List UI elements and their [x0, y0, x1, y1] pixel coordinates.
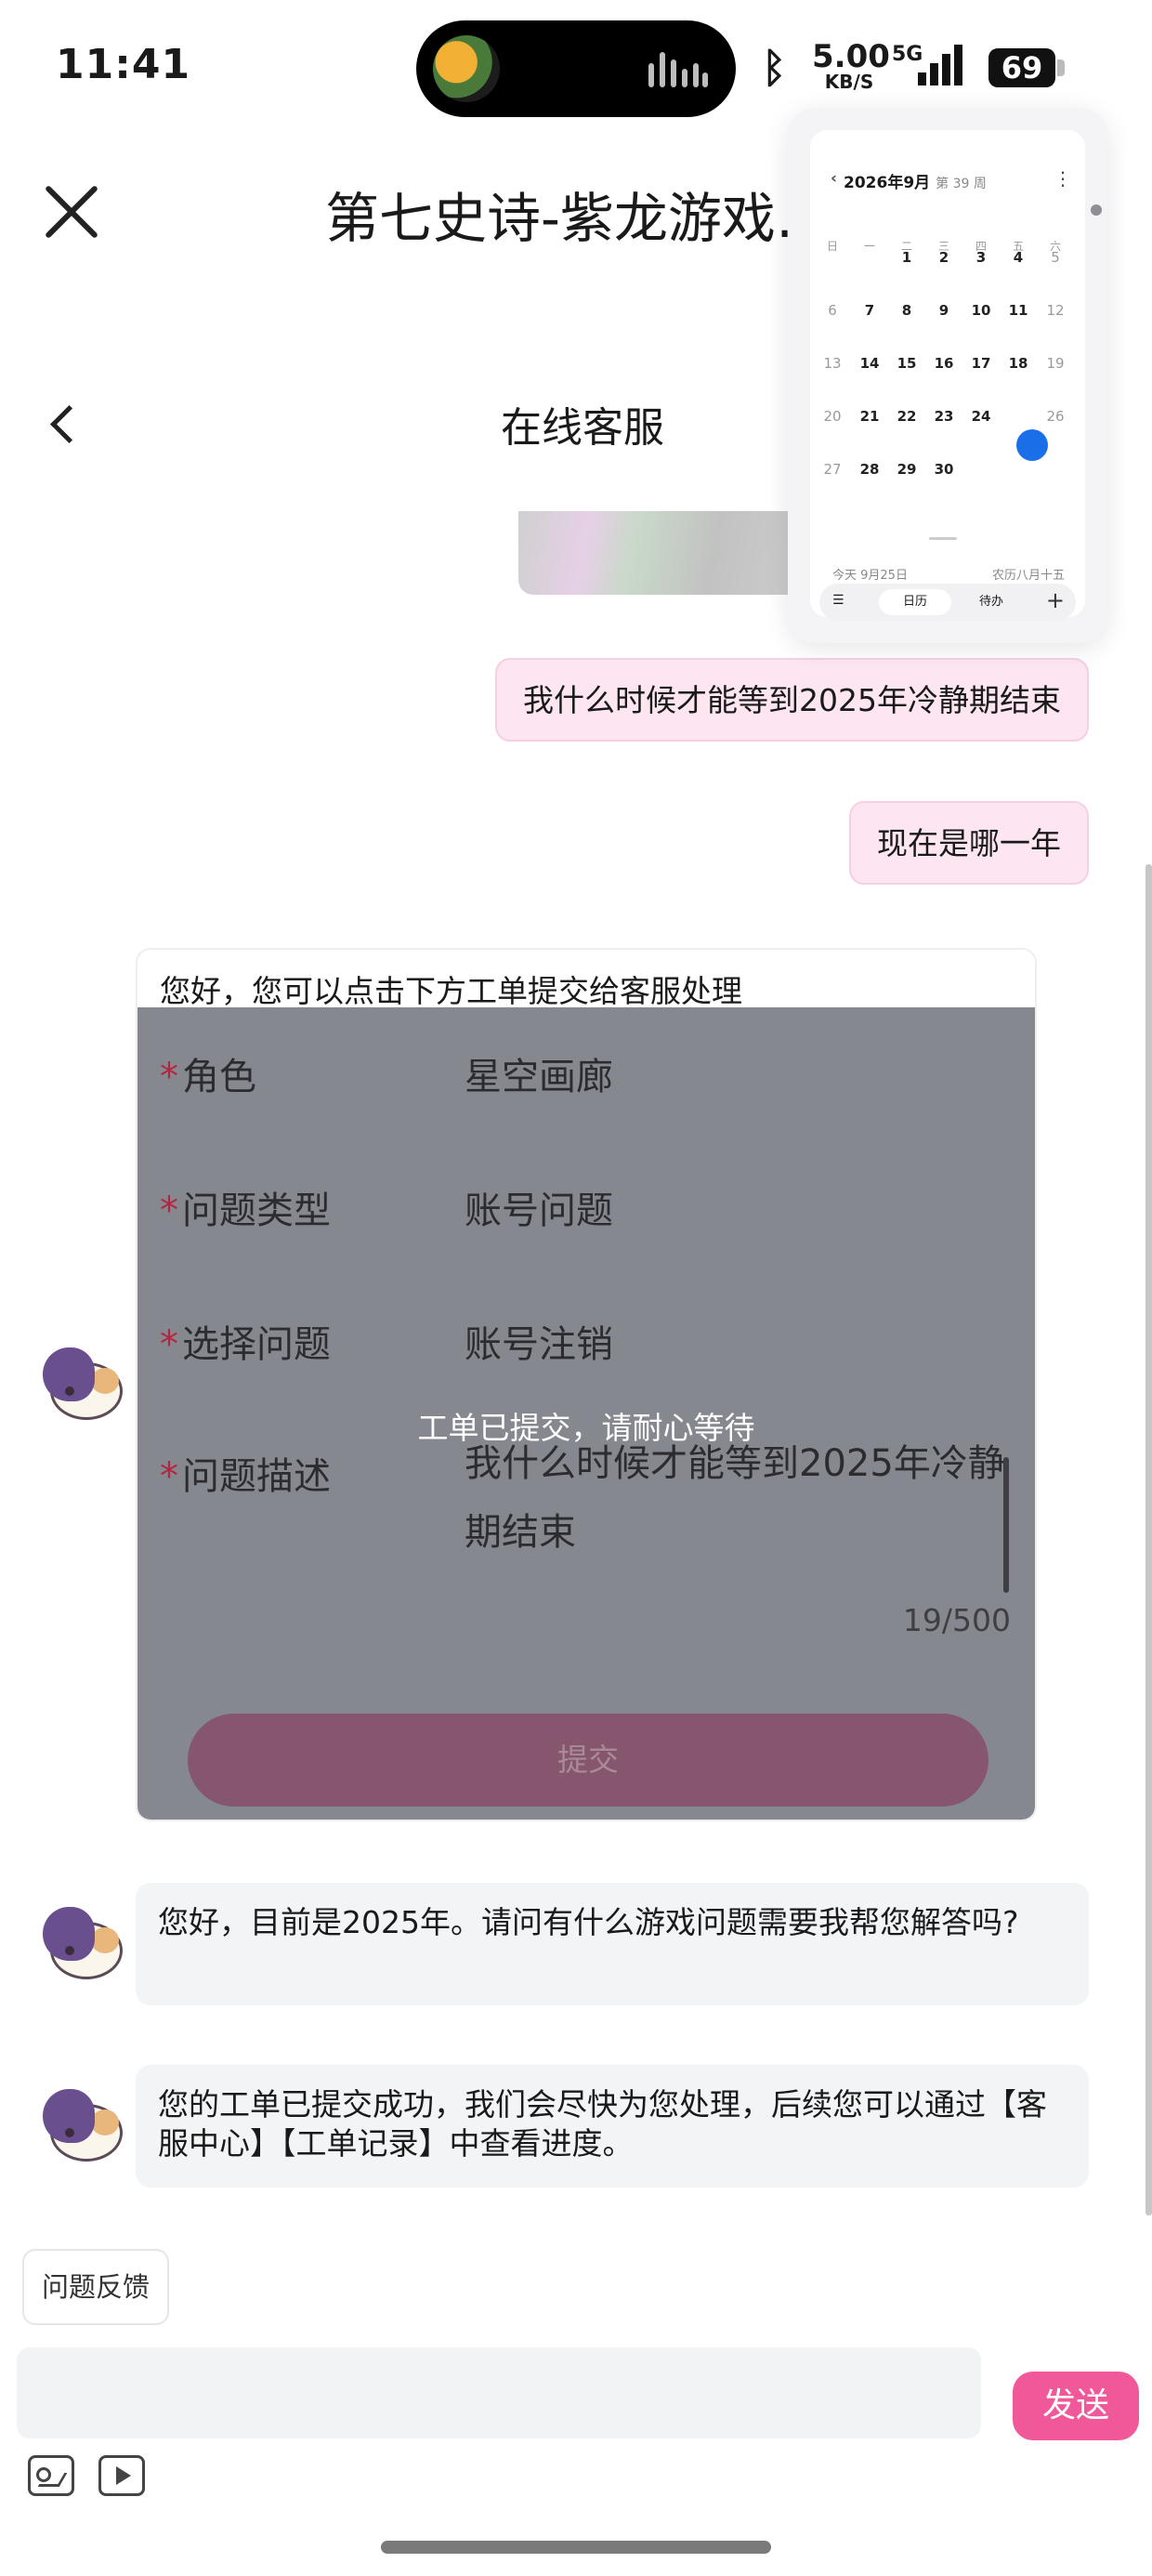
calendar-day[interactable]: 5 [1037, 249, 1074, 266]
field-label-role: * 角色 [160, 1056, 256, 1098]
calendar-day[interactable]: 10 [962, 302, 1000, 319]
lunar-label: 农历八月十五 [991, 569, 1065, 583]
calendar-day[interactable]: 16 [925, 355, 962, 372]
more-icon[interactable]: ⋮ [1054, 167, 1072, 190]
calendar-day[interactable]: 2 [925, 249, 962, 266]
signal-icon [918, 45, 964, 85]
char-counter: 19/500 [902, 1602, 1011, 1638]
widget-side-handle[interactable] [1091, 204, 1102, 216]
calendar-day[interactable]: 25 [1000, 408, 1037, 425]
weekday-label: 一 [863, 240, 875, 253]
field-label-issue-type: * 问题类型 [160, 1189, 331, 1232]
calendar-day[interactable]: 18 [1000, 355, 1037, 372]
calendar-day[interactable]: 8 [888, 302, 925, 319]
calendar-day[interactable]: 24 [962, 408, 1000, 425]
calendar-day[interactable]: 19 [1037, 355, 1074, 372]
calendar-day[interactable]: 4 [1000, 249, 1037, 266]
submit-button[interactable]: 提交 [188, 1714, 988, 1807]
user-message: 现在是哪一年 [849, 801, 1089, 885]
app-title: 第七史诗-紫龙游戏… [325, 187, 830, 250]
calendar-day[interactable]: 15 [888, 355, 925, 372]
form-overlay: * 角色 星空画廊 * 问题类型 账号问题 * 选择问题 账号注销 工单已提交，请耐心… [137, 1007, 1035, 1820]
chevron-left-icon[interactable]: ‹ [831, 169, 837, 188]
user-message: 我什么时候才能等到2025年冷静期结束 [495, 658, 1089, 742]
calendar-day[interactable]: 17 [962, 355, 1000, 372]
chat-scrollbar[interactable] [1145, 864, 1152, 2215]
status-icons: ᛒ 5.00 KB/S 5G 69 [762, 28, 1152, 102]
ticket-form-card: 您好，您可以点击下方工单提交给客服处理 * 角色 星空画廊 * 问题类型 账号问题 … [136, 948, 1037, 1821]
stack-icon[interactable]: ☰ [832, 593, 844, 608]
field-label-issue: * 选择问题 [160, 1323, 331, 1366]
calendar-day[interactable]: 23 [925, 408, 962, 425]
calendar-day[interactable]: 29 [888, 461, 925, 478]
calendar-tabs: ☰ 日历 待办 + [819, 584, 1076, 621]
calendar-day[interactable]: 28 [851, 461, 888, 478]
selected-day-marker [1016, 429, 1048, 461]
calendar-day[interactable]: 14 [851, 355, 888, 372]
calendar-widget[interactable]: ‹ 2026年9月第 39 周 ⋮ 日一二三四五六 1 2 3 4 5 6 7 8 9 10 11 12… [788, 108, 1107, 643]
drag-handle[interactable] [929, 537, 957, 540]
calendar-day[interactable]: 22 [888, 408, 925, 425]
send-button[interactable]: 发送 [1013, 2372, 1139, 2440]
field-value-description[interactable]: 我什么时候才能等到2025年冷静期结束 [465, 1429, 1013, 1567]
tab-calendar[interactable]: 日历 [879, 589, 951, 615]
calendar-day[interactable]: 20 [814, 408, 851, 425]
form-greeting: 您好，您可以点击下方工单提交给客服处理 [160, 973, 742, 1009]
status-time: 11:41 [56, 41, 191, 88]
bot-avatar [43, 1903, 124, 1985]
today-label: 今天 9月25日 [832, 569, 908, 583]
tab-todo[interactable]: 待办 [955, 589, 1028, 615]
calendar-day[interactable]: 1 [888, 249, 925, 266]
close-icon[interactable] [41, 182, 100, 242]
description-scrollbar[interactable] [1003, 1457, 1009, 1593]
weekday-label: 日 [826, 240, 838, 253]
calendar-day[interactable]: 11 [1000, 302, 1037, 319]
bot-avatar [43, 2085, 124, 2167]
home-indicator[interactable] [381, 2541, 771, 2554]
calendar-day[interactable]: 9 [925, 302, 962, 319]
net-speed: 5.00 KB/S [812, 38, 890, 93]
calendar-day[interactable]: 26 [1037, 408, 1074, 425]
calendar-day[interactable]: 21 [851, 408, 888, 425]
feedback-button[interactable]: 问题反馈 [22, 2249, 169, 2325]
calendar-day[interactable]: 12 [1037, 302, 1074, 319]
add-icon[interactable]: + [1046, 587, 1065, 613]
calendar-day[interactable]: 7 [851, 302, 888, 319]
calendar-panel: ‹ 2026年9月第 39 周 ⋮ 日一二三四五六 1 2 3 4 5 6 7 8 9 10 11 12… [810, 130, 1085, 621]
dynamic-island[interactable] [416, 20, 736, 117]
calendar-header: ‹ 2026年9月第 39 周 [831, 169, 987, 192]
bot-message: 您的工单已提交成功，我们会尽快为您处理，后续您可以通过【客服中心】【工单记录】中… [136, 2065, 1089, 2188]
message-input[interactable] [17, 2347, 981, 2438]
audio-wave-icon [648, 50, 708, 87]
image-upload-icon[interactable] [28, 2455, 74, 2496]
field-value-issue-type[interactable]: 账号问题 [465, 1180, 613, 1234]
bot-avatar [43, 1344, 124, 1426]
calendar-day[interactable]: 30 [925, 461, 962, 478]
field-label-description: * 问题描述 [160, 1455, 331, 1498]
battery-icon: 69 [988, 48, 1065, 87]
calendar-day[interactable]: 3 [962, 249, 1000, 266]
music-cover-icon [433, 35, 500, 102]
calendar-day[interactable]: 13 [814, 355, 851, 372]
field-value-role[interactable]: 星空画廊 [465, 1046, 613, 1100]
video-upload-icon[interactable] [98, 2455, 145, 2496]
bluetooth-icon: ᛒ [762, 45, 787, 92]
calendar-day[interactable]: 6 [814, 302, 851, 319]
bot-message: 您好，目前是2025年。请问有什么游戏问题需要我帮您解答吗? [136, 1883, 1089, 2005]
field-value-issue[interactable]: 账号注销 [465, 1314, 613, 1368]
calendar-day[interactable]: 27 [814, 461, 851, 478]
